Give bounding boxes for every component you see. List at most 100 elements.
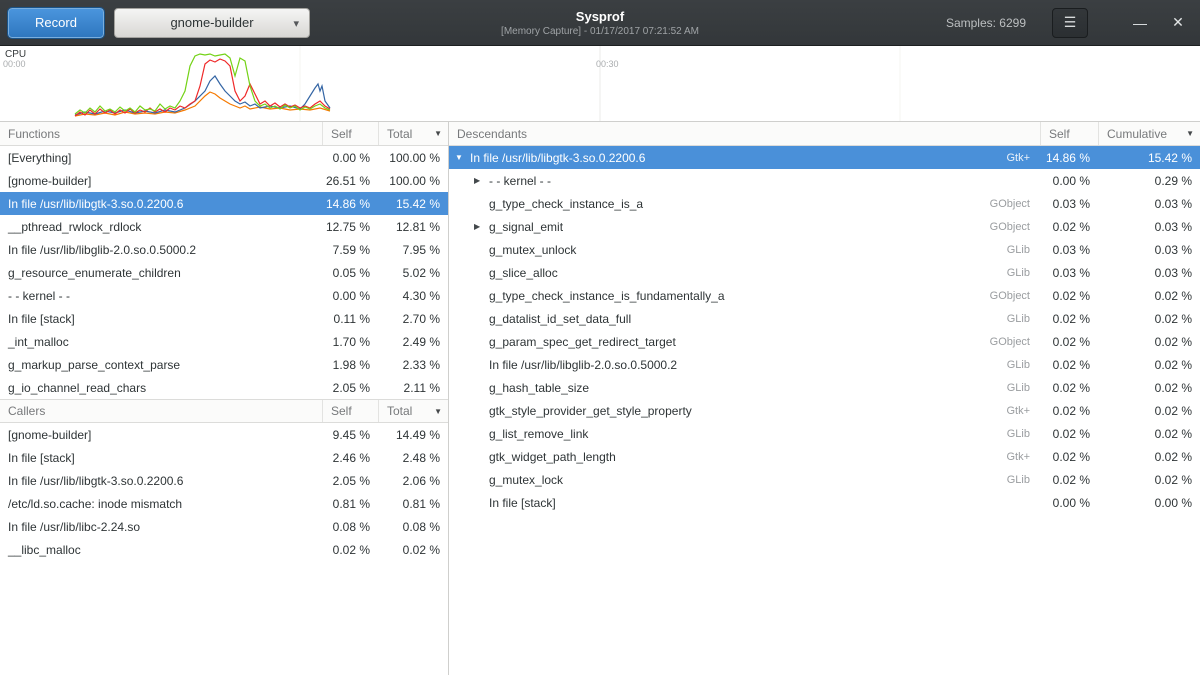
sysprof-window: Record gnome-builder ▾ Sysprof [Memory C…: [0, 0, 1200, 675]
expander-icon[interactable]: ▶: [474, 176, 489, 185]
library-tag: GObject: [990, 290, 1040, 302]
function-self: 0.00 %: [322, 289, 378, 303]
descendant-row[interactable]: ▼ In file /usr/lib/libgtk-3.so.0.2200.6 …: [449, 146, 1200, 169]
process-selector[interactable]: gnome-builder ▾: [114, 8, 310, 38]
function-row[interactable]: In file [stack] 0.11 % 2.70 %: [0, 307, 448, 330]
descendants-column-header[interactable]: Descendants: [449, 122, 1040, 145]
caller-row[interactable]: [gnome-builder] 9.45 % 14.49 %: [0, 423, 448, 446]
callers-column-header[interactable]: Callers: [0, 400, 322, 422]
descendant-name: g_signal_emit: [489, 220, 563, 234]
library-tag: GLib: [1007, 267, 1040, 279]
sort-descending-icon: ▼: [1186, 129, 1194, 138]
function-row[interactable]: g_markup_parse_context_parse 1.98 % 2.33…: [0, 353, 448, 376]
descendant-self: 0.02 %: [1040, 473, 1098, 487]
descendant-name: In file /usr/lib/libglib-2.0.so.0.5000.2: [489, 358, 677, 372]
library-tag: GLib: [1007, 313, 1040, 325]
function-name: In file [stack]: [0, 312, 322, 326]
cpu-timeline[interactable]: CPU 00:00 00:30: [0, 46, 1200, 122]
function-row[interactable]: - - kernel - - 0.00 % 4.30 %: [0, 284, 448, 307]
descendant-self: 0.00 %: [1040, 174, 1098, 188]
caller-row[interactable]: /etc/ld.so.cache: inode mismatch 0.81 % …: [0, 492, 448, 515]
function-name: g_resource_enumerate_children: [0, 266, 322, 280]
descendant-self: 0.03 %: [1040, 197, 1098, 211]
descendants-cumulative-column-header[interactable]: Cumulative ▼: [1098, 122, 1200, 145]
descendant-row[interactable]: g_type_check_instance_is_fundamentally_a…: [449, 284, 1200, 307]
callers-table: [gnome-builder] 9.45 % 14.49 % In file […: [0, 423, 448, 561]
close-button[interactable]: ✕: [1164, 8, 1192, 38]
descendants-self-column-header[interactable]: Self: [1040, 122, 1098, 145]
samples-count: Samples: 6299: [946, 16, 1026, 30]
function-row[interactable]: g_resource_enumerate_children 0.05 % 5.0…: [0, 261, 448, 284]
function-total: 2.11 %: [378, 381, 448, 395]
library-tag: GLib: [1007, 359, 1040, 371]
caller-row[interactable]: In file /usr/lib/libgtk-3.so.0.2200.6 2.…: [0, 469, 448, 492]
function-self: 1.70 %: [322, 335, 378, 349]
function-name: g_markup_parse_context_parse: [0, 358, 322, 372]
descendant-name: gtk_style_provider_get_style_property: [489, 404, 692, 418]
function-row[interactable]: In file /usr/lib/libgtk-3.so.0.2200.6 14…: [0, 192, 448, 215]
menu-button[interactable]: ☰: [1052, 8, 1088, 38]
function-row[interactable]: In file /usr/lib/libglib-2.0.so.0.5000.2…: [0, 238, 448, 261]
function-name: - - kernel - -: [0, 289, 322, 303]
functions-column-header[interactable]: Functions: [0, 122, 322, 145]
function-name: __pthread_rwlock_rdlock: [0, 220, 322, 234]
descendant-row[interactable]: gtk_widget_path_length Gtk+ 0.02 % 0.02 …: [449, 445, 1200, 468]
function-row[interactable]: __pthread_rwlock_rdlock 12.75 % 12.81 %: [0, 215, 448, 238]
descendant-row[interactable]: In file [stack] 0.00 % 0.00 %: [449, 491, 1200, 514]
functions-self-column-header[interactable]: Self: [322, 122, 378, 145]
function-row[interactable]: _int_malloc 1.70 % 2.49 %: [0, 330, 448, 353]
library-tag: GLib: [1007, 474, 1040, 486]
descendant-row[interactable]: gtk_style_provider_get_style_property Gt…: [449, 399, 1200, 422]
descendant-row[interactable]: g_hash_table_size GLib 0.02 % 0.02 %: [449, 376, 1200, 399]
callers-total-label: Total: [387, 404, 412, 418]
capture-subtitle: [Memory Capture] - 01/17/2017 07:21:52 A…: [501, 26, 699, 37]
library-tag: GObject: [990, 198, 1040, 210]
function-row[interactable]: g_io_channel_read_chars 2.05 % 2.11 %: [0, 376, 448, 399]
caller-row[interactable]: __libc_malloc 0.02 % 0.02 %: [0, 538, 448, 561]
minimize-button[interactable]: —: [1126, 8, 1154, 38]
expander-icon[interactable]: ▶: [474, 222, 489, 231]
function-self: 1.98 %: [322, 358, 378, 372]
descendant-cumulative: 0.00 %: [1098, 496, 1200, 510]
caller-name: In file [stack]: [0, 451, 322, 465]
descendant-row[interactable]: ▶ g_signal_emit GObject 0.02 % 0.03 %: [449, 215, 1200, 238]
descendant-row[interactable]: g_param_spec_get_redirect_target GObject…: [449, 330, 1200, 353]
sort-descending-icon: ▼: [434, 407, 442, 416]
descendant-row[interactable]: ▶ - - kernel - - 0.00 % 0.29 %: [449, 169, 1200, 192]
function-name: g_io_channel_read_chars: [0, 381, 322, 395]
caller-row[interactable]: In file /usr/lib/libc-2.24.so 0.08 % 0.0…: [0, 515, 448, 538]
function-self: 12.75 %: [322, 220, 378, 234]
callers-total-column-header[interactable]: Total ▼: [378, 400, 448, 422]
record-button[interactable]: Record: [8, 8, 104, 38]
caller-total: 0.81 %: [378, 497, 448, 511]
function-name: In file /usr/lib/libgtk-3.so.0.2200.6: [0, 197, 322, 211]
descendant-row[interactable]: g_type_check_instance_is_a GObject 0.03 …: [449, 192, 1200, 215]
descendant-row[interactable]: In file /usr/lib/libglib-2.0.so.0.5000.2…: [449, 353, 1200, 376]
descendant-name: g_hash_table_size: [489, 381, 589, 395]
function-self: 0.00 %: [322, 151, 378, 165]
caller-self: 2.46 %: [322, 451, 378, 465]
expander-icon[interactable]: ▼: [455, 153, 470, 162]
function-self: 26.51 %: [322, 174, 378, 188]
descendant-self: 0.03 %: [1040, 266, 1098, 280]
caller-row[interactable]: In file [stack] 2.46 % 2.48 %: [0, 446, 448, 469]
function-row[interactable]: [Everything] 0.00 % 100.00 %: [0, 146, 448, 169]
function-self: 0.11 %: [322, 312, 378, 326]
function-total: 4.30 %: [378, 289, 448, 303]
function-name: _int_malloc: [0, 335, 322, 349]
descendant-row[interactable]: g_mutex_lock GLib 0.02 % 0.02 %: [449, 468, 1200, 491]
function-self: 0.05 %: [322, 266, 378, 280]
functions-total-column-header[interactable]: Total ▼: [378, 122, 448, 145]
library-tag: Gtk+: [1006, 152, 1040, 164]
descendant-self: 0.02 %: [1040, 404, 1098, 418]
descendant-row[interactable]: g_slice_alloc GLib 0.03 % 0.03 %: [449, 261, 1200, 284]
function-self: 2.05 %: [322, 381, 378, 395]
descendant-row[interactable]: g_mutex_unlock GLib 0.03 % 0.03 %: [449, 238, 1200, 261]
descendant-cumulative: 0.02 %: [1098, 450, 1200, 464]
function-row[interactable]: [gnome-builder] 26.51 % 100.00 %: [0, 169, 448, 192]
titlebar: Record gnome-builder ▾ Sysprof [Memory C…: [0, 0, 1200, 46]
descendant-row[interactable]: g_datalist_id_set_data_full GLib 0.02 % …: [449, 307, 1200, 330]
descendant-row[interactable]: g_list_remove_link GLib 0.02 % 0.02 %: [449, 422, 1200, 445]
descendant-name: gtk_widget_path_length: [489, 450, 616, 464]
callers-self-column-header[interactable]: Self: [322, 400, 378, 422]
